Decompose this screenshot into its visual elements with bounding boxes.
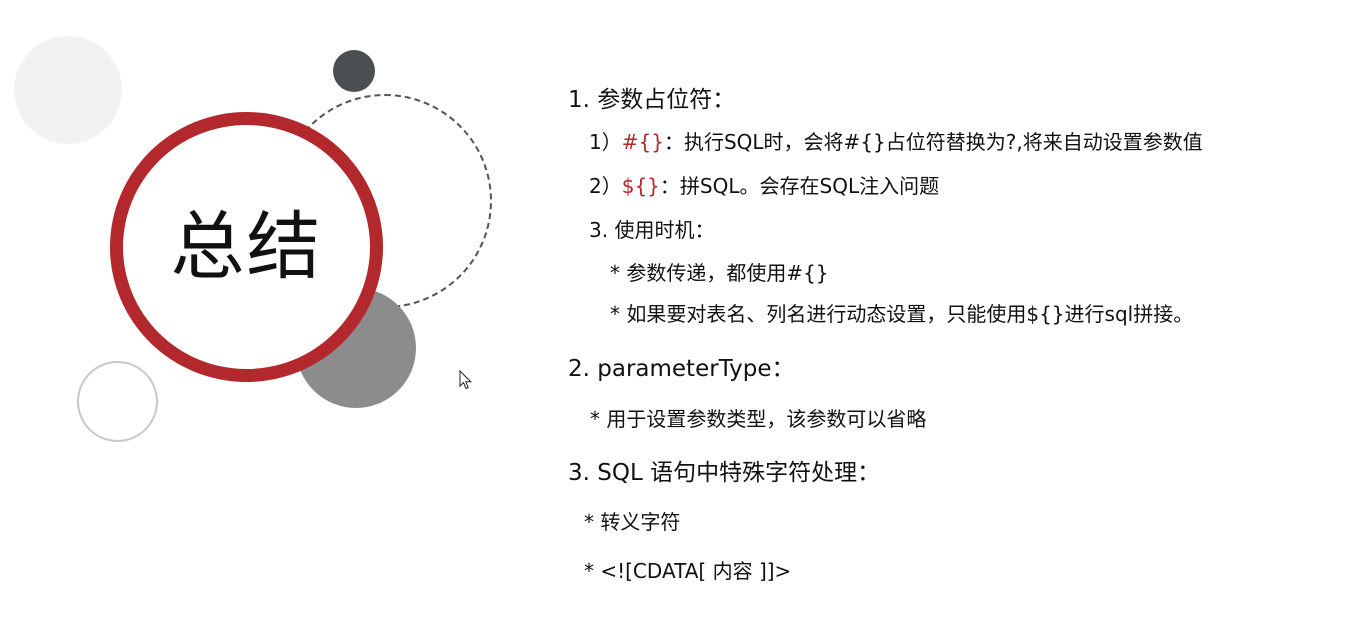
list-item-usage-timing: 3. 使用时机： [589, 218, 715, 242]
list-item-hash-placeholder: 1）#{}：执行SQL时，会将#{}占位符替换为?,将来自动设置参数值 [589, 126, 1203, 155]
item-text: ：拼SQL。会存在SQL注入问题 [659, 174, 940, 198]
item-prefix: 2） [589, 174, 622, 198]
list-item-param-passing: * 参数传递，都使用#{} [610, 261, 829, 285]
section-heading-placeholders: 1. 参数占位符： [568, 87, 736, 113]
section-heading-special-chars: 3. SQL 语句中特殊字符处理： [568, 460, 881, 486]
item-text: ：执行SQL时，会将#{}占位符替换为?,将来自动设置参数值 [663, 130, 1203, 154]
list-item-param-type: * 用于设置参数类型，该参数可以省略 [590, 407, 927, 431]
summary-content: 1. 参数占位符： 1）#{}：执行SQL时，会将#{}占位符替换为?,将来自动… [0, 0, 1354, 644]
list-item-escape-chars: * 转义字符 [584, 510, 681, 534]
list-item-dollar-placeholder: 2）${}：拼SQL。会存在SQL注入问题 [589, 170, 939, 199]
section-heading-parametertype: 2. parameterType： [568, 356, 795, 382]
list-item-dynamic-names: * 如果要对表名、列名进行动态设置，只能使用${}进行sql拼接。 [610, 302, 1194, 326]
code-dollar: ${} [621, 174, 660, 198]
code-hash: #{} [621, 130, 664, 154]
item-prefix: 1） [589, 130, 622, 154]
list-item-cdata: * <![CDATA[ 内容 ]]> [584, 559, 792, 583]
